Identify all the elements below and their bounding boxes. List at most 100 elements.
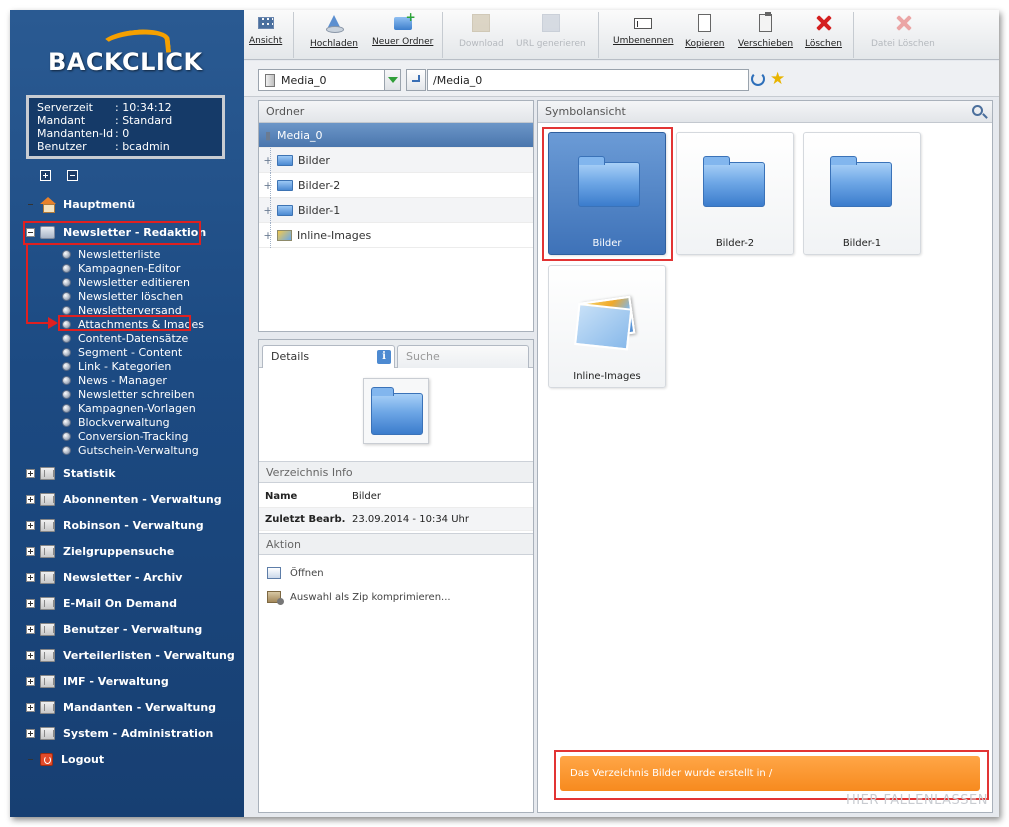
tree-expand-icon[interactable]: + bbox=[259, 179, 277, 192]
submenu-item[interactable]: Content-Datensätze bbox=[62, 331, 204, 345]
expand-toggle-icon[interactable] bbox=[26, 728, 35, 738]
expand-toggle-icon[interactable] bbox=[26, 624, 35, 634]
nav-zielgruppensuche[interactable]: Zielgruppensuche bbox=[26, 541, 174, 561]
submenu-item[interactable]: Newsletter löschen bbox=[62, 289, 204, 303]
drop-zone-hint: HIER FALLENLASSEN bbox=[846, 793, 988, 808]
url-generate-icon bbox=[541, 14, 560, 32]
submenu-item[interactable]: News - Manager bbox=[62, 373, 204, 387]
expand-toggle-icon[interactable] bbox=[26, 598, 35, 608]
tree-item-inline-images[interactable]: + Inline-Images bbox=[259, 223, 533, 248]
nav-system-administration[interactable]: System - Administration bbox=[26, 723, 213, 743]
nav-benutzer-verwaltung[interactable]: Benutzer - Verwaltung bbox=[26, 619, 202, 639]
submenu-item[interactable]: Kampagnen-Vorlagen bbox=[62, 401, 204, 415]
nav-logout[interactable]: Logout bbox=[26, 749, 104, 769]
tab-label: Details bbox=[271, 350, 310, 363]
submenu-item[interactable]: Newsletter schreiben bbox=[62, 387, 204, 401]
submenu-item[interactable]: Kampagnen-Editor bbox=[62, 261, 204, 275]
tab-suche[interactable]: Suche bbox=[397, 345, 529, 368]
zip-action[interactable]: Auswahl als Zip komprimieren... bbox=[267, 588, 451, 606]
nav-spacer bbox=[26, 200, 35, 209]
expand-toggle-icon[interactable] bbox=[26, 520, 35, 530]
section-icon bbox=[40, 622, 55, 636]
view-button[interactable]: Ansicht bbox=[249, 14, 282, 58]
expand-toggle-icon[interactable] bbox=[26, 702, 35, 712]
highlight-selected-tile bbox=[542, 127, 673, 261]
nav-mandanten-verwaltung[interactable]: Mandanten - Verwaltung bbox=[26, 697, 216, 717]
nav-robinson-verwaltung[interactable]: Robinson - Verwaltung bbox=[26, 515, 204, 535]
root-folder-select[interactable]: Media_0 bbox=[258, 69, 401, 91]
nav-label: Verteilerlisten - Verwaltung bbox=[63, 648, 235, 662]
submenu-item[interactable]: Newsletter editieren bbox=[62, 275, 204, 289]
toolbar-separator bbox=[598, 12, 599, 58]
tree-item-bilder[interactable]: + Bilder bbox=[259, 148, 533, 173]
delete-button[interactable]: Löschen bbox=[805, 14, 842, 58]
submenu-item[interactable]: Gutschein-Verwaltung bbox=[62, 443, 204, 457]
tree-item-bilder-1[interactable]: + Bilder-1 bbox=[259, 198, 533, 223]
tab-details[interactable]: Details i bbox=[262, 345, 395, 368]
delete-file-button[interactable]: Datei Löschen bbox=[871, 14, 935, 58]
tree-expand-icon[interactable]: + bbox=[259, 229, 277, 242]
storage-icon bbox=[265, 73, 275, 87]
nav-hauptmenu[interactable]: Hauptmenü bbox=[26, 194, 135, 214]
folder-tree-panel: Ordner ▮ Media_0 + Bilder + Bilder-2 + B… bbox=[258, 100, 534, 332]
tree-item-bilder-2[interactable]: + Bilder-2 bbox=[259, 173, 533, 198]
url-generate-button[interactable]: URL generieren bbox=[516, 14, 586, 58]
submenu-label: Kampagnen-Vorlagen bbox=[78, 401, 196, 415]
path-bar: Media_0 ★ bbox=[244, 61, 999, 97]
zoom-icon[interactable] bbox=[972, 105, 983, 116]
nav-verteilerlisten-verwaltung[interactable]: Verteilerlisten - Verwaltung bbox=[26, 645, 235, 665]
nav-label: Mandanten - Verwaltung bbox=[63, 700, 217, 714]
submenu-item[interactable]: Blockverwaltung bbox=[62, 415, 204, 429]
move-button[interactable]: Verschieben bbox=[738, 12, 793, 58]
dropdown-arrow-icon[interactable] bbox=[384, 70, 400, 90]
main-area: Ansicht Hochladen Neuer Ordner Download … bbox=[244, 10, 999, 817]
annotation-arrow-head-icon bbox=[48, 317, 58, 329]
new-folder-button[interactable]: Neuer Ordner bbox=[372, 10, 433, 58]
download-button[interactable]: Download bbox=[459, 14, 504, 58]
rename-button[interactable]: Umbenennen bbox=[613, 14, 674, 58]
expand-toggle-icon[interactable] bbox=[26, 494, 35, 504]
nav-statistik[interactable]: Statistik bbox=[26, 463, 116, 483]
submenu-item[interactable]: Link - Kategorien bbox=[62, 359, 204, 373]
tree-item-media-0[interactable]: ▮ Media_0 bbox=[259, 123, 533, 148]
submenu-item[interactable]: Newsletterliste bbox=[62, 247, 204, 261]
folder-icon bbox=[277, 154, 293, 166]
bullet-icon bbox=[62, 389, 71, 399]
collapse-all-icon[interactable] bbox=[66, 169, 78, 181]
submenu-label: Segment - Content bbox=[78, 345, 183, 359]
folder-tile-inline-images[interactable]: Inline-Images bbox=[548, 265, 666, 388]
open-action[interactable]: Öffnen bbox=[267, 564, 324, 582]
folder-tile-bilder-1[interactable]: Bilder-1 bbox=[803, 132, 921, 255]
copy-button[interactable]: Kopieren bbox=[685, 12, 724, 58]
upload-button[interactable]: Hochladen bbox=[310, 14, 358, 58]
refresh-icon[interactable] bbox=[751, 72, 765, 86]
nav-imf-verwaltung[interactable]: IMF - Verwaltung bbox=[26, 671, 169, 691]
root-folder-value: Media_0 bbox=[281, 73, 327, 87]
info-row-last-edited: Zuletzt Bearb. 23.09.2014 - 10:34 Uhr bbox=[259, 508, 533, 531]
expand-toggle-icon[interactable] bbox=[26, 468, 35, 478]
expand-toggle-icon[interactable] bbox=[26, 546, 35, 556]
nav-newsletter-archiv[interactable]: Newsletter - Archiv bbox=[26, 567, 182, 587]
submenu-item[interactable]: Segment - Content bbox=[62, 345, 204, 359]
move-clipboard-icon bbox=[759, 12, 773, 32]
folder-tile-bilder-2[interactable]: Bilder-2 bbox=[676, 132, 794, 255]
newsletter-submenu: Newsletterliste Kampagnen-Editor Newslet… bbox=[62, 247, 204, 457]
bullet-icon bbox=[62, 333, 71, 343]
submenu-item[interactable]: Conversion-Tracking bbox=[62, 429, 204, 443]
folder-up-button[interactable] bbox=[406, 69, 426, 91]
expand-all-icon[interactable] bbox=[40, 169, 51, 181]
path-input[interactable] bbox=[427, 69, 749, 91]
expand-toggle-icon[interactable] bbox=[26, 572, 35, 582]
server-info-key: Mandant bbox=[37, 114, 86, 127]
nav-email-on-demand[interactable]: E-Mail On Demand bbox=[26, 593, 177, 613]
expand-toggle-icon[interactable] bbox=[26, 676, 35, 686]
favorite-star-icon[interactable]: ★ bbox=[770, 70, 788, 88]
nav-abonnenten-verwaltung[interactable]: Abonnenten - Verwaltung bbox=[26, 489, 222, 509]
bullet-icon bbox=[62, 249, 71, 259]
tree-expand-icon[interactable]: + bbox=[259, 154, 277, 167]
expand-toggle-icon[interactable] bbox=[26, 650, 35, 660]
folder-preview-icon bbox=[371, 387, 423, 435]
toolbar-separator bbox=[442, 12, 443, 58]
bullet-icon bbox=[62, 375, 71, 385]
tree-expand-icon[interactable]: + bbox=[259, 204, 277, 217]
